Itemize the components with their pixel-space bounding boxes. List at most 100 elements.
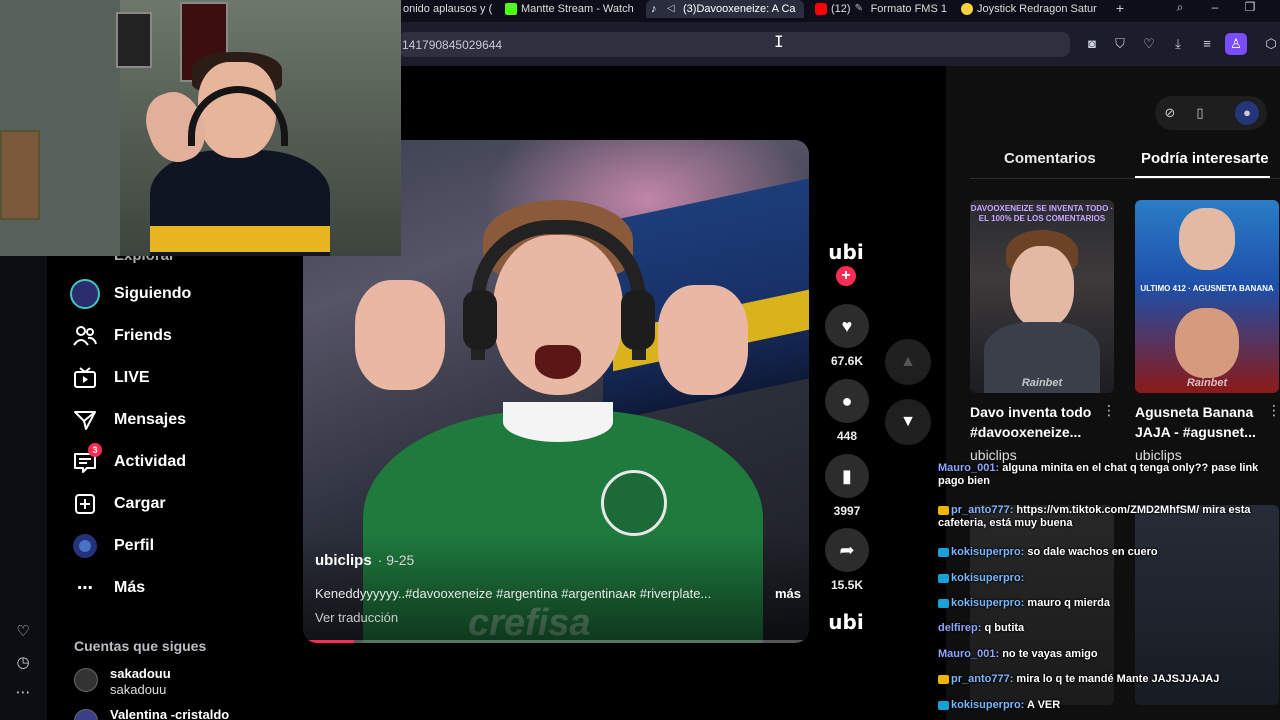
- minimize-icon[interactable]: –: [1205, 0, 1225, 14]
- heart-icon: ♥: [825, 304, 869, 348]
- next-video-button[interactable]: ▼: [885, 399, 931, 445]
- maximize-icon[interactable]: ❐: [1240, 0, 1260, 14]
- previous-video-button[interactable]: ▲: [885, 339, 931, 385]
- sidebar-item-following[interactable]: Siguiendo: [70, 279, 191, 309]
- account-name: sakadouu: [110, 666, 171, 681]
- like-count: 67.6K: [830, 354, 864, 368]
- clock-icon[interactable]: ◷: [13, 653, 33, 673]
- mobile-icon[interactable]: ▯: [1191, 104, 1209, 122]
- sidebar-item-label: LIVE: [114, 369, 150, 386]
- browser-tab[interactable]: Mantte Stream - Watch: [500, 0, 640, 18]
- thumb-caption: DAVOOXENEIZE SE INVENTA TODO · EL 100% D…: [970, 204, 1114, 223]
- new-tab-icon[interactable]: +: [1110, 0, 1130, 16]
- recommendation-title[interactable]: Agusneta Banana JAJA - #agusnet...: [1135, 402, 1265, 442]
- recommendation-author[interactable]: ubiclips: [1135, 447, 1182, 463]
- sidebar-item-friends[interactable]: Friends: [70, 321, 172, 351]
- sidebar-item-messages[interactable]: Mensajes: [70, 405, 186, 435]
- headphone-cup: [621, 290, 655, 350]
- recommendation-thumbnail[interactable]: DAVOOXENEIZE SE INVENTA TODO · EL 100% D…: [970, 200, 1114, 393]
- browser-tab[interactable]: onido aplausos y (: [398, 0, 496, 18]
- caption-more-link[interactable]: más: [775, 586, 801, 601]
- jersey-stripe: [150, 226, 330, 252]
- share-button[interactable]: ➦ 15.5K: [824, 528, 870, 592]
- sidebar-item-more[interactable]: ⋯ Más: [70, 573, 145, 603]
- sidebar-item-activity[interactable]: 3 Actividad: [70, 443, 186, 477]
- author-name[interactable]: ubiclips: [315, 552, 372, 569]
- share-count: 15.5K: [830, 578, 864, 592]
- video-progress-bar[interactable]: [303, 640, 809, 643]
- shield-icon[interactable]: ⛉: [1111, 35, 1129, 53]
- chat-message: delfirep: q butita: [938, 622, 1274, 635]
- user-avatar-icon[interactable]: ●: [1235, 101, 1259, 125]
- browser-tab[interactable]: Joystick Redragon Satur: [956, 0, 1098, 18]
- profile-icon[interactable]: ♙: [1225, 33, 1247, 55]
- sidebar-item-live[interactable]: LIVE: [70, 363, 150, 393]
- browser-tab[interactable]: (12) ✎ Formato FMS 1: [810, 0, 950, 18]
- favorite-icon[interactable]: ♡: [1140, 35, 1158, 53]
- tab-divider: [970, 178, 1280, 179]
- sidebar-item-label: Más: [114, 579, 146, 596]
- recommendation-author[interactable]: ubiclips: [970, 447, 1017, 463]
- download-icon[interactable]: ⤓: [1169, 35, 1187, 53]
- active-tab-underline: [1135, 176, 1270, 178]
- save-button[interactable]: ▮ 3997: [824, 454, 870, 518]
- tiktok-icon: ♪: [651, 3, 657, 15]
- chat-username: Mauro_001:: [938, 648, 1000, 660]
- bookmark-icon: ▮: [825, 454, 869, 498]
- comment-icon: ●: [825, 379, 869, 423]
- chat-message: kokisuperpro: mauro q mierda: [938, 597, 1274, 610]
- shop-icon: [961, 3, 973, 15]
- avatar: [74, 668, 98, 692]
- more-options-icon[interactable]: ⋮: [1267, 402, 1280, 419]
- chat-text: q butita: [981, 622, 1025, 634]
- thumb-face: [1179, 208, 1235, 270]
- tab-may-interest[interactable]: Podría interesarte: [1141, 150, 1269, 167]
- channel-avatar[interactable]: ubi: [826, 240, 866, 264]
- sidebar-item-profile[interactable]: Perfil: [70, 531, 154, 561]
- comment-count: 448: [836, 429, 858, 443]
- recommendation-title[interactable]: Davo inventa todo #davooxeneize...: [970, 402, 1100, 442]
- thumb-caption: ULTIMO 412 · AGUSNETA BANANA: [1140, 284, 1274, 293]
- chat-username: kokisuperpro:: [951, 546, 1025, 558]
- video-progress-fill: [303, 640, 354, 643]
- chat-message: Mauro_001: no te vayas amigo: [938, 648, 1274, 661]
- compass-icon[interactable]: ⊘: [1161, 104, 1179, 122]
- chat-badge-icon: [938, 547, 949, 557]
- account-handle: sakadouu: [110, 682, 167, 697]
- comment-button[interactable]: ● 448: [824, 379, 870, 443]
- open-mouth: [535, 345, 581, 379]
- camera-icon[interactable]: ◙: [1083, 35, 1101, 53]
- chat-text: so dale wachos en cuero: [1024, 546, 1158, 558]
- music-disc-logo[interactable]: ubi: [826, 610, 866, 634]
- chat-badge-icon: [938, 573, 949, 583]
- chat-username: pr_anto777:: [951, 673, 1014, 685]
- recommendation-thumbnail[interactable]: ULTIMO 412 · AGUSNETA BANANA Rainbet: [1135, 200, 1279, 393]
- heart-icon[interactable]: ♡: [13, 622, 33, 642]
- chat-text: mauro q mierda: [1024, 597, 1110, 609]
- text-cursor-icon: I: [774, 32, 784, 51]
- search-tabs-icon[interactable]: ⌕: [1170, 0, 1190, 14]
- address-bar[interactable]: 141790845029644: [398, 32, 1070, 57]
- chat-text: A VER: [1024, 699, 1061, 711]
- menu-icon[interactable]: ≡: [1198, 35, 1216, 53]
- save-count: 3997: [833, 504, 861, 518]
- extensions-icon[interactable]: ⬡: [1262, 35, 1280, 53]
- chat-message: kokisuperpro:: [938, 572, 1274, 585]
- more-dots-icon[interactable]: ⋯: [13, 683, 33, 703]
- tab-title: Formato FMS 1: [870, 3, 947, 15]
- chat-message: kokisuperpro: A VER: [938, 699, 1274, 712]
- like-button[interactable]: ♥ 67.6K: [824, 304, 870, 368]
- thumb-face: [1010, 246, 1074, 328]
- tab-title: (3)Davooxeneize: A Ca: [683, 3, 796, 15]
- tab-title: Mantte Stream - Watch: [521, 3, 634, 15]
- video-author[interactable]: ubiclips · 9-25: [315, 552, 414, 569]
- headphones: [471, 220, 646, 360]
- left-hand: [355, 280, 445, 390]
- follow-button[interactable]: +: [836, 266, 856, 286]
- chat-username: kokisuperpro:: [951, 597, 1025, 609]
- browser-tab-active[interactable]: ♪ ◁ (3)Davooxeneize: A Ca: [646, 0, 804, 18]
- tab-comments[interactable]: Comentarios: [1004, 150, 1096, 167]
- more-options-icon[interactable]: ⋮: [1102, 402, 1116, 419]
- see-translation-link[interactable]: Ver traducción: [315, 610, 398, 625]
- sidebar-item-upload[interactable]: Cargar: [70, 489, 166, 519]
